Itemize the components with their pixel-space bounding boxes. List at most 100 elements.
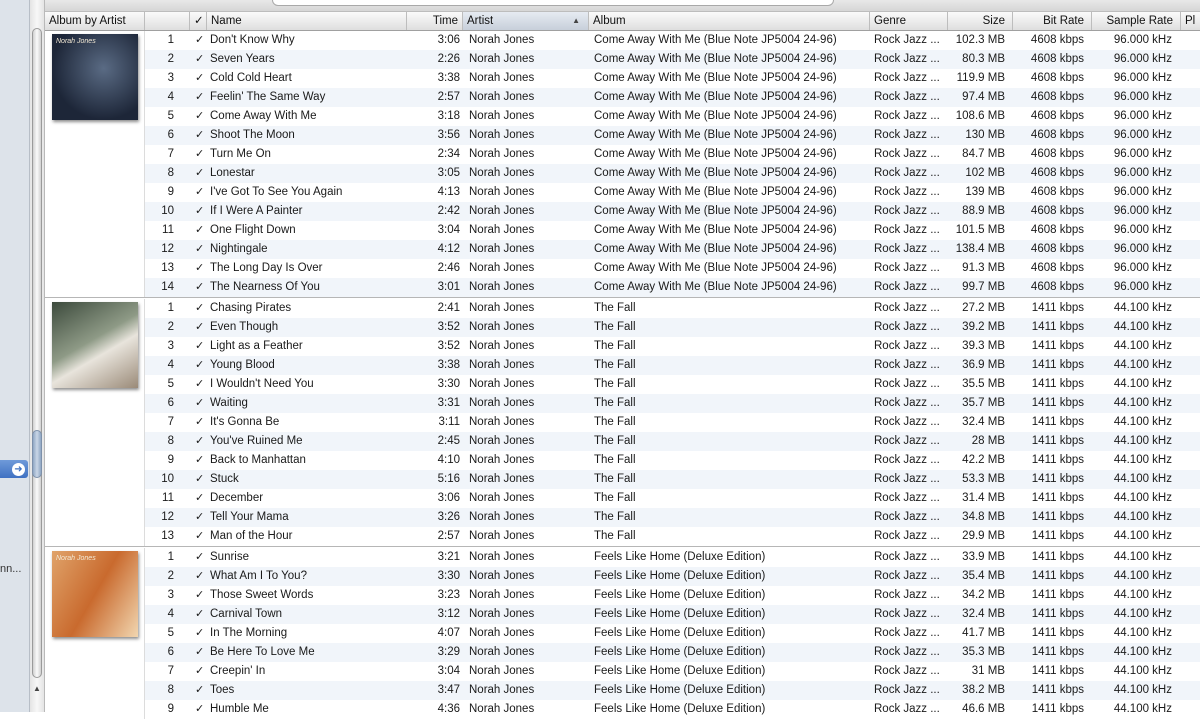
checkmark-icon[interactable]: ✓ — [195, 527, 205, 546]
column-header-time[interactable]: Time — [407, 12, 463, 30]
checkmark-icon[interactable]: ✓ — [195, 489, 205, 508]
album-artwork[interactable]: Norah Jones — [52, 551, 138, 637]
checkmark-icon[interactable]: ✓ — [195, 183, 205, 202]
sidebar-item-label[interactable]: nn... — [0, 563, 21, 575]
track-artist: Norah Jones — [469, 589, 535, 601]
table-row[interactable]: 8 ✓ You've Ruined Me 2:45 Norah Jones The Fal… — [45, 432, 1200, 451]
table-row[interactable]: 9 ✓ Back to Manhattan 4:10 Norah Jones The Fa… — [45, 451, 1200, 470]
column-header-album[interactable]: Album — [589, 12, 870, 30]
table-row[interactable]: 7 ✓ It's Gonna Be 3:11 Norah Jones The Fall Ro… — [45, 413, 1200, 432]
table-row[interactable]: 10 ✓ If I Were A Painter 2:42 Norah Jones Com… — [45, 202, 1200, 221]
table-row[interactable]: 5 ✓ I Wouldn't Need You 3:30 Norah Jones The … — [45, 375, 1200, 394]
checkmark-icon[interactable]: ✓ — [195, 278, 205, 297]
table-row[interactable]: 1 ✓ Sunrise 3:21 Norah Jones Feels Like Home … — [45, 548, 1200, 567]
table-row[interactable]: 12 ✓ Nightingale 4:12 Norah Jones Come Away W… — [45, 240, 1200, 259]
checkmark-icon[interactable]: ✓ — [195, 643, 205, 662]
table-row[interactable]: 3 ✓ Cold Cold Heart 3:38 Norah Jones Come Awa… — [45, 69, 1200, 88]
table-row[interactable]: 9 ✓ I've Got To See You Again 4:13 Norah Jon… — [45, 183, 1200, 202]
checkmark-icon[interactable]: ✓ — [195, 567, 205, 586]
table-row[interactable]: 13 ✓ Man of the Hour 2:57 Norah Jones The Fal… — [45, 527, 1200, 546]
table-row[interactable]: 7 ✓ Turn Me On 2:34 Norah Jones Come Away Wit… — [45, 145, 1200, 164]
scrollbar-thumb[interactable] — [32, 430, 42, 478]
checkmark-icon[interactable]: ✓ — [195, 202, 205, 221]
table-row[interactable]: 2 ✓ What Am I To You? 3:30 Norah Jones Feels … — [45, 567, 1200, 586]
scrollbar-track[interactable] — [32, 28, 42, 678]
checkmark-icon[interactable]: ✓ — [195, 413, 205, 432]
track-album: The Fall — [594, 435, 636, 447]
track-bit-rate: 1411 kbps — [1031, 684, 1084, 696]
column-header-number[interactable] — [145, 12, 190, 30]
column-header-album-by-artist[interactable]: Album by Artist — [45, 12, 145, 30]
table-row[interactable]: 4 ✓ Feelin' The Same Way 2:57 Norah Jones Com… — [45, 88, 1200, 107]
checkmark-icon[interactable]: ✓ — [195, 69, 205, 88]
table-row[interactable]: 8 ✓ Toes 3:47 Norah Jones Feels Like Home (De… — [45, 681, 1200, 700]
arrow-right-circle-icon[interactable]: ➜ — [12, 462, 25, 476]
checkmark-icon[interactable]: ✓ — [195, 240, 205, 259]
table-row[interactable]: 10 ✓ Stuck 5:16 Norah Jones The Fall Rock Jazz… — [45, 470, 1200, 489]
column-header-plays[interactable]: Pl — [1181, 12, 1200, 30]
checkmark-icon[interactable]: ✓ — [195, 394, 205, 413]
vertical-scrollbar[interactable]: ▲ — [30, 0, 45, 712]
checkmark-icon[interactable]: ✓ — [195, 31, 205, 50]
table-row[interactable]: 1 ✓ Don't Know Why 3:06 Norah Jones Come Away… — [45, 31, 1200, 50]
checkmark-icon[interactable]: ✓ — [195, 624, 205, 643]
table-row[interactable]: 14 ✓ The Nearness Of You 3:01 Norah Jones Com… — [45, 278, 1200, 297]
checkmark-icon[interactable]: ✓ — [195, 662, 205, 681]
table-row[interactable]: 2 ✓ Even Though 3:52 Norah Jones The Fall Rock… — [45, 318, 1200, 337]
checkmark-icon[interactable]: ✓ — [195, 451, 205, 470]
column-header-genre[interactable]: Genre — [870, 12, 948, 30]
checkmark-icon[interactable]: ✓ — [195, 88, 205, 107]
scroll-up-arrow-icon[interactable]: ▲ — [33, 684, 41, 693]
checkmark-icon[interactable]: ✓ — [195, 126, 205, 145]
checkmark-icon[interactable]: ✓ — [195, 508, 205, 527]
checkmark-icon[interactable]: ✓ — [195, 356, 205, 375]
checkmark-icon[interactable]: ✓ — [195, 470, 205, 489]
checkmark-icon[interactable]: ✓ — [195, 586, 205, 605]
checkmark-icon[interactable]: ✓ — [195, 681, 205, 700]
checkmark-icon[interactable]: ✓ — [195, 221, 205, 240]
column-header-sample-rate[interactable]: Sample Rate — [1092, 12, 1181, 30]
table-row[interactable]: 3 ✓ Light as a Feather 3:52 Norah Jones The F… — [45, 337, 1200, 356]
checkmark-icon[interactable]: ✓ — [195, 164, 205, 183]
column-header-name[interactable]: Name — [207, 12, 407, 30]
table-row[interactable]: 2 ✓ Seven Years 2:26 Norah Jones Come Away Wi… — [45, 50, 1200, 69]
table-row[interactable]: 6 ✓ Shoot The Moon 3:56 Norah Jones Come Away… — [45, 126, 1200, 145]
checkmark-icon[interactable]: ✓ — [195, 337, 205, 356]
column-header-checked[interactable]: ✓ — [190, 12, 207, 30]
table-row[interactable]: 6 ✓ Be Here To Love Me 3:29 Norah Jones Feels… — [45, 643, 1200, 662]
album-artwork[interactable] — [52, 302, 138, 388]
checkmark-icon[interactable]: ✓ — [195, 605, 205, 624]
table-row[interactable]: 4 ✓ Carnival Town 3:12 Norah Jones Feels Like… — [45, 605, 1200, 624]
checkmark-icon[interactable]: ✓ — [195, 50, 205, 69]
sidebar-selected-item[interactable]: ➜ — [0, 460, 28, 478]
table-row[interactable]: 13 ✓ The Long Day Is Over 2:46 Norah Jones Co… — [45, 259, 1200, 278]
column-header-artist[interactable]: Artist ▲ — [463, 12, 589, 30]
table-row[interactable]: 8 ✓ Lonestar 3:05 Norah Jones Come Away With … — [45, 164, 1200, 183]
table-row[interactable]: 4 ✓ Young Blood 3:38 Norah Jones The Fall Rock… — [45, 356, 1200, 375]
table-row[interactable]: 11 ✓ One Flight Down 3:04 Norah Jones Come Aw… — [45, 221, 1200, 240]
checkmark-icon[interactable]: ✓ — [195, 700, 205, 719]
checkmark-icon[interactable]: ✓ — [195, 259, 205, 278]
sort-ascending-icon[interactable]: ▲ — [572, 12, 580, 30]
album-artwork[interactable]: Norah Jones — [52, 34, 138, 120]
table-row[interactable]: 1 ✓ Chasing Pirates 2:41 Norah Jones The Fall… — [45, 299, 1200, 318]
table-row[interactable]: 6 ✓ Waiting 3:31 Norah Jones The Fall Rock Jaz… — [45, 394, 1200, 413]
table-row[interactable]: 12 ✓ Tell Your Mama 3:26 Norah Jones The Fall… — [45, 508, 1200, 527]
checkmark-icon[interactable]: ✓ — [195, 318, 205, 337]
table-row[interactable]: 11 ✓ December 3:06 Norah Jones The Fall Rock J… — [45, 489, 1200, 508]
checkmark-icon[interactable]: ✓ — [195, 299, 205, 318]
checkmark-icon[interactable]: ✓ — [195, 145, 205, 164]
checkmark-icon[interactable]: ✓ — [195, 375, 205, 394]
table-row[interactable]: 3 ✓ Those Sweet Words 3:23 Norah Jones Feels … — [45, 586, 1200, 605]
column-header-size[interactable]: Size — [948, 12, 1013, 30]
checkmark-icon[interactable]: ✓ — [195, 107, 205, 126]
track-genre: Rock Jazz ... — [874, 340, 940, 352]
checkmark-icon[interactable]: ✓ — [195, 548, 205, 567]
table-row[interactable]: 9 ✓ Humble Me 4:36 Norah Jones Feels Like Hom… — [45, 700, 1200, 719]
table-row[interactable]: 7 ✓ Creepin' In 3:04 Norah Jones Feels Like H… — [45, 662, 1200, 681]
checkmark-icon[interactable]: ✓ — [195, 432, 205, 451]
column-header-bit-rate[interactable]: Bit Rate — [1013, 12, 1092, 30]
table-row[interactable]: 5 ✓ In The Morning 4:07 Norah Jones Feels Lik… — [45, 624, 1200, 643]
track-bit-rate: 1411 kbps — [1031, 608, 1084, 620]
table-row[interactable]: 5 ✓ Come Away With Me 3:18 Norah Jones Come A… — [45, 107, 1200, 126]
